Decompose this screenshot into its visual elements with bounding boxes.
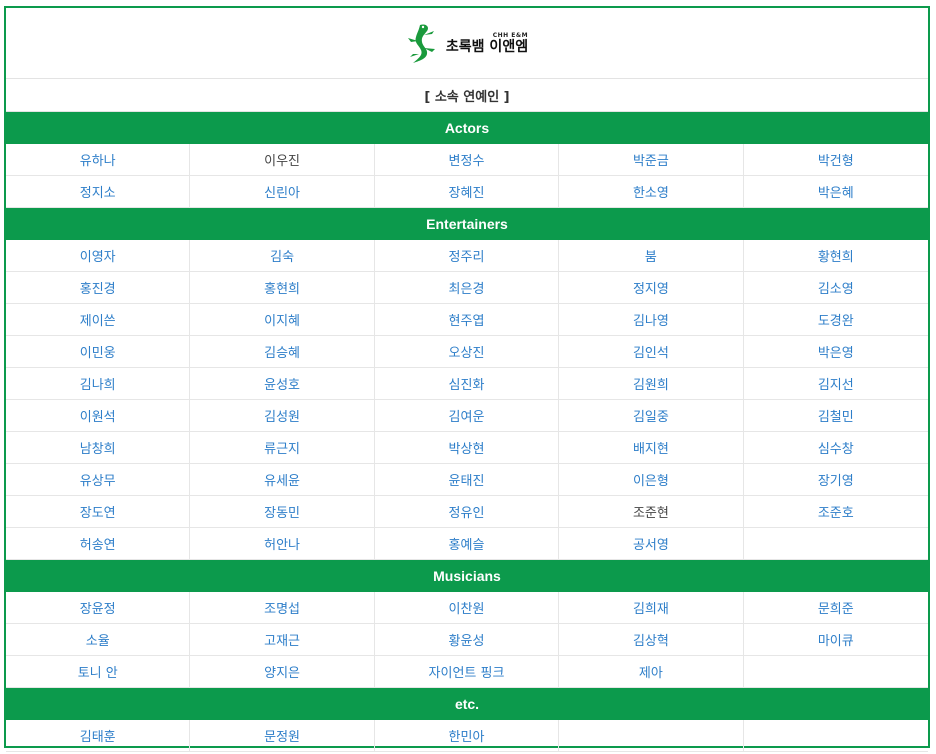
- artist-link[interactable]: 김일중: [559, 400, 744, 432]
- artist-link[interactable]: 박은혜: [743, 176, 928, 208]
- artist-link[interactable]: 유세윤: [190, 464, 375, 496]
- artist-link[interactable]: 문희준: [743, 592, 928, 624]
- artist-link[interactable]: 정지영: [559, 272, 744, 304]
- artist-link[interactable]: 문정원: [190, 720, 375, 752]
- artist-link[interactable]: 허송연: [6, 528, 191, 560]
- artist-link[interactable]: 토니 안: [6, 656, 191, 688]
- artist-link[interactable]: 정지소: [6, 176, 191, 208]
- artist-link[interactable]: 박상현: [374, 432, 560, 464]
- artist-link[interactable]: 장동민: [190, 496, 375, 528]
- artist-link[interactable]: 자이언트 핑크: [374, 656, 560, 688]
- artist-link[interactable]: 이우진: [190, 144, 375, 176]
- artist-link[interactable]: 심진화: [374, 368, 560, 400]
- artist-link[interactable]: 홍현희: [190, 272, 375, 304]
- empty-cell: [743, 656, 928, 688]
- artist-link[interactable]: 정유인: [374, 496, 560, 528]
- artist-link[interactable]: 오상진: [374, 336, 560, 368]
- artist-link[interactable]: 박은영: [743, 336, 928, 368]
- artist-link[interactable]: 윤성호: [190, 368, 375, 400]
- artist-link[interactable]: 현주엽: [374, 304, 560, 336]
- section-grid: 장윤정 조명섭 이찬원 김희재 문희준소율 고재근 황윤성 김상혁 마이큐토니 안 양지은 자이언트…: [6, 592, 928, 688]
- logo-row: CHH E&M 초록뱀 이앤엠: [6, 8, 928, 79]
- artist-link[interactable]: 김지선: [743, 368, 928, 400]
- artist-link[interactable]: 마이큐: [743, 624, 928, 656]
- artist-link[interactable]: 허안나: [190, 528, 375, 560]
- logo-wordmark: 초록뱀 이앤엠: [445, 38, 529, 55]
- artist-link[interactable]: 김인석: [559, 336, 744, 368]
- artist-link[interactable]: 장기영: [743, 464, 928, 496]
- company-logo[interactable]: CHH E&M 초록뱀 이앤엠: [406, 21, 528, 65]
- artist-link[interactable]: 이원석: [6, 400, 191, 432]
- artist-link[interactable]: 황윤성: [374, 624, 560, 656]
- artist-link[interactable]: 김희재: [559, 592, 744, 624]
- artist-link[interactable]: 김성원: [190, 400, 375, 432]
- artist-link[interactable]: 이찬원: [374, 592, 560, 624]
- artist-link[interactable]: 변정수: [374, 144, 560, 176]
- sections-container: Actors 유하나 이우진 변정수 박준금 박건형정지소 신린아 장혜진 한소영 박은혜 Ente…: [6, 112, 928, 752]
- artist-link[interactable]: 이지혜: [190, 304, 375, 336]
- artist-link[interactable]: 김철민: [743, 400, 928, 432]
- artist-link[interactable]: 박건형: [743, 144, 928, 176]
- artist-link[interactable]: 장혜진: [374, 176, 560, 208]
- section-header: etc.: [6, 688, 928, 720]
- artist-link[interactable]: 이영자: [6, 240, 191, 272]
- artist-link[interactable]: 배지현: [559, 432, 744, 464]
- artist-link[interactable]: 조준호: [743, 496, 928, 528]
- empty-cell: [743, 528, 928, 560]
- artist-link[interactable]: 장도연: [6, 496, 191, 528]
- artist-link[interactable]: 정주리: [374, 240, 560, 272]
- artist-link[interactable]: 유하나: [6, 144, 191, 176]
- empty-cell: [743, 720, 928, 752]
- artist-link[interactable]: 조명섭: [190, 592, 375, 624]
- artist-link[interactable]: 한소영: [559, 176, 744, 208]
- artist-link[interactable]: 공서영: [559, 528, 744, 560]
- artist-link[interactable]: 홍예슬: [374, 528, 560, 560]
- section-grid: 김태훈 문정원 한민아: [6, 720, 928, 752]
- artist-link[interactable]: 제이쓴: [6, 304, 191, 336]
- artist-link[interactable]: 한민아: [374, 720, 560, 752]
- page-subtitle: [ 소속 연예인 ]: [6, 79, 928, 112]
- artist-link[interactable]: 홍진경: [6, 272, 191, 304]
- artist-link[interactable]: 신린아: [190, 176, 375, 208]
- artist-link[interactable]: 장윤정: [6, 592, 191, 624]
- artist-link[interactable]: 김소영: [743, 272, 928, 304]
- artist-link[interactable]: 제아: [559, 656, 744, 688]
- artist-link[interactable]: 김나희: [6, 368, 191, 400]
- artist-link[interactable]: 조준현: [559, 496, 744, 528]
- artist-link[interactable]: 이은형: [559, 464, 744, 496]
- artist-link[interactable]: 김원희: [559, 368, 744, 400]
- artist-link[interactable]: 김승혜: [190, 336, 375, 368]
- artist-link[interactable]: 류근지: [190, 432, 375, 464]
- artist-link[interactable]: 최은경: [374, 272, 560, 304]
- artist-link[interactable]: 붐: [559, 240, 744, 272]
- artist-link[interactable]: 고재근: [190, 624, 375, 656]
- artist-link[interactable]: 유상무: [6, 464, 191, 496]
- artist-link[interactable]: 도경완: [743, 304, 928, 336]
- artist-link[interactable]: 심수창: [743, 432, 928, 464]
- artist-link[interactable]: 소율: [6, 624, 191, 656]
- section-grid: 이영자 김숙 정주리 붐 황현희홍진경 홍현희 최은경 정지영 김소영제이쓴 이지혜 현주엽 김나영 도…: [6, 240, 928, 560]
- section-header: Entertainers: [6, 208, 928, 240]
- logo-text: CHH E&M 초록뱀 이앤엠: [445, 31, 529, 55]
- talent-roster: CHH E&M 초록뱀 이앤엠 [ 소속 연예인 ] Actors 유하나 이우진 변…: [4, 6, 930, 752]
- artist-link[interactable]: 박준금: [559, 144, 744, 176]
- artist-link[interactable]: 김나영: [559, 304, 744, 336]
- lizard-logo-icon: [407, 24, 435, 64]
- artist-link[interactable]: 김여운: [374, 400, 560, 432]
- artist-link[interactable]: 양지은: [190, 656, 375, 688]
- section-grid: 유하나 이우진 변정수 박준금 박건형정지소 신린아 장혜진 한소영 박은혜: [6, 144, 928, 208]
- artist-link[interactable]: 김숙: [190, 240, 375, 272]
- section-header: Musicians: [6, 560, 928, 592]
- artist-link[interactable]: 황현희: [743, 240, 928, 272]
- logo-subtext: CHH E&M: [492, 31, 529, 39]
- artist-link[interactable]: 이민웅: [6, 336, 191, 368]
- section-header: Actors: [6, 112, 928, 144]
- artist-link[interactable]: 윤태진: [374, 464, 560, 496]
- artist-link[interactable]: 김태훈: [6, 720, 191, 752]
- empty-cell: [559, 720, 744, 752]
- artist-link[interactable]: 김상혁: [559, 624, 744, 656]
- artist-link[interactable]: 남창희: [6, 432, 191, 464]
